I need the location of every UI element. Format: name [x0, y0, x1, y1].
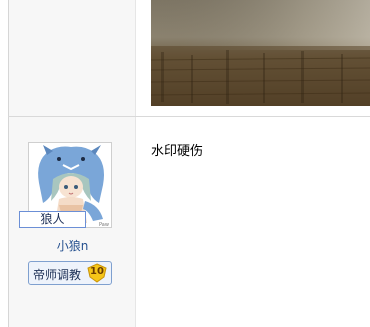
username-link[interactable]: 小狼n: [0, 237, 145, 254]
landscape-photo: [151, 0, 370, 106]
rank-badge[interactable]: 帝师调教 10: [28, 261, 112, 285]
post-divider: [8, 116, 370, 117]
rank-title: 帝师调教: [33, 268, 82, 282]
svg-text:Paw: Paw: [99, 222, 109, 228]
avatar-tag: 狼人: [19, 211, 86, 228]
post-body-text: 水印硬伤: [151, 144, 204, 159]
rank-level-number: 10: [90, 266, 104, 277]
post-image[interactable]: [151, 0, 370, 106]
level-shield-icon: 10: [86, 263, 108, 283]
forum-post-page: 水印硬伤 Paw 狼人 小狼n 帝师调教 10: [0, 0, 370, 327]
